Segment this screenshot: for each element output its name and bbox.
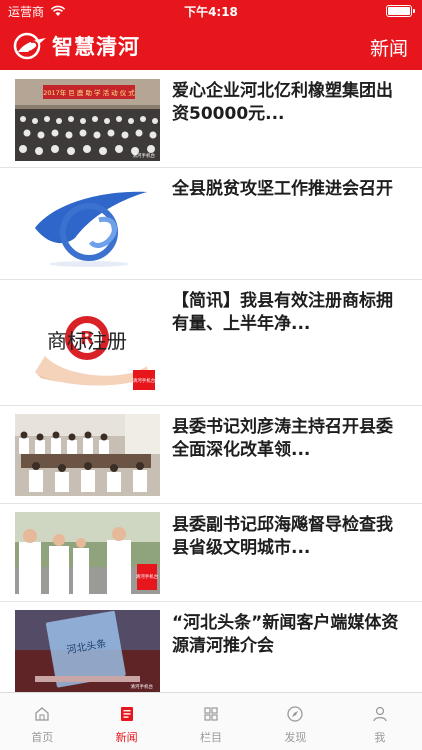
tab-label: 我 xyxy=(374,731,386,744)
battery-icon xyxy=(386,5,415,17)
news-title: 全县脱贫攻坚工作推进会召开 xyxy=(172,179,393,199)
news-thumbnail: 清河手机台 xyxy=(15,512,160,594)
image-stamp: 清河手机台 xyxy=(136,573,159,580)
news-thumbnail xyxy=(15,414,160,496)
home-icon xyxy=(35,707,49,721)
news-title: 县委副书记邱海飚督导检查我县省级文明城市... xyxy=(172,515,393,558)
news-list: 2017年 巨 鹿 助 学 活 动 仪 式 清河手机台 爱心企业河北亿利橡塑集团… xyxy=(0,70,422,692)
tab-label: 栏目 xyxy=(200,731,223,744)
tab-label: 首页 xyxy=(31,731,54,744)
news-thumbnail: 河北头条 清河手机台 xyxy=(15,610,160,692)
tab-home[interactable]: 首页 xyxy=(0,693,84,750)
news-thumbnail: R 商标注册 清河手机台 xyxy=(15,292,160,394)
tab-columns[interactable]: 栏目 xyxy=(169,693,253,750)
tab-news[interactable]: 新闻 xyxy=(84,693,168,750)
tab-me[interactable]: 我 xyxy=(338,693,422,750)
image-watermark: 清河手机台 xyxy=(131,683,154,690)
user-icon xyxy=(373,706,387,722)
news-item[interactable]: R 商标注册 清河手机台 【简讯】我县有效注册商标拥有量、上半年净... xyxy=(0,280,422,406)
tab-discover[interactable]: 发现 xyxy=(253,693,337,750)
brand-name: 智慧清河 xyxy=(52,35,140,59)
image-stamp: 清河手机台 xyxy=(133,377,156,384)
news-icon xyxy=(120,707,133,721)
news-title: 【简讯】我县有效注册商标拥有量、上半年净... xyxy=(172,291,393,334)
grid-icon xyxy=(204,707,218,721)
news-title: “河北头条”新闻客户端媒体资源清河推介会 xyxy=(172,613,399,656)
news-thumbnail xyxy=(15,176,160,272)
logo-icon xyxy=(13,32,46,60)
image-caption: 2017年 巨 鹿 助 学 活 动 仪 式 xyxy=(43,88,135,97)
image-caption: 商标注册 xyxy=(47,329,127,353)
news-item[interactable]: 清河手机台 县委副书记邱海飚督导检查我县省级文明城市... xyxy=(0,504,422,602)
news-item[interactable]: 2017年 巨 鹿 助 学 活 动 仪 式 清河手机台 爱心企业河北亿利橡塑集团… xyxy=(0,70,422,168)
carrier-label: 运营商 xyxy=(8,4,45,19)
header-section-title[interactable]: 新闻 xyxy=(370,34,408,61)
compass-icon xyxy=(287,706,304,722)
tab-label: 新闻 xyxy=(115,731,138,744)
wifi-icon xyxy=(50,5,66,16)
news-item[interactable]: 全县脱贫攻坚工作推进会召开 xyxy=(0,168,422,280)
news-title: 县委书记刘彦涛主持召开县委全面深化改革领... xyxy=(172,417,393,460)
bottom-tab-bar: 首页 新闻 栏目 发现 我 xyxy=(0,692,422,750)
tab-label: 发现 xyxy=(284,731,307,744)
news-thumbnail: 2017年 巨 鹿 助 学 活 动 仪 式 清河手机台 xyxy=(15,79,160,161)
news-item[interactable]: 县委书记刘彦涛主持召开县委全面深化改革领... xyxy=(0,406,422,504)
news-title: 爱心企业河北亿利橡塑集团出资50000元... xyxy=(172,81,393,124)
image-watermark: 清河手机台 xyxy=(133,152,156,159)
status-bar: 运营商 下午4:18 xyxy=(0,0,422,22)
app-header: 智慧清河 新闻 xyxy=(0,22,422,70)
news-item[interactable]: 河北头条 清河手机台 “河北头条”新闻客户端媒体资源清河推介会 xyxy=(0,602,422,692)
